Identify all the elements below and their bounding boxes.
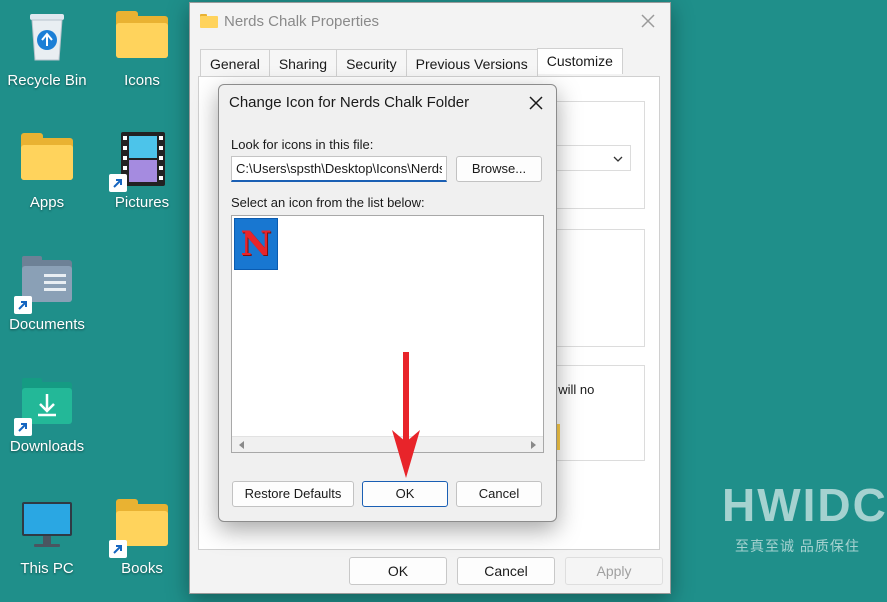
- scroll-right-icon[interactable]: [529, 440, 537, 450]
- folder-icon: [200, 14, 218, 28]
- desktop-icon-apps[interactable]: Apps: [0, 130, 94, 211]
- folder-pictures-group: [555, 229, 645, 347]
- desktop-icon-documents[interactable]: Documents: [0, 252, 94, 333]
- close-icon[interactable]: [636, 9, 660, 33]
- shortcut-arrow-icon: [109, 174, 127, 192]
- scroll-left-icon[interactable]: [238, 440, 246, 450]
- apply-button[interactable]: Apply: [565, 557, 663, 585]
- shortcut-arrow-icon: [109, 540, 127, 558]
- window-title: Nerds Chalk Properties: [224, 12, 380, 30]
- folder-icons-group: t will no: [551, 365, 645, 461]
- recycle-bin-icon: [18, 8, 76, 66]
- desktop-icon-pictures[interactable]: Pictures: [95, 130, 189, 211]
- desktop-icon-label: This PC: [20, 560, 74, 577]
- dialog-ok-button[interactable]: OK: [362, 481, 448, 507]
- nerds-chalk-n-icon[interactable]: N: [234, 218, 278, 270]
- browse-button[interactable]: Browse...: [456, 156, 542, 182]
- tab-strip: General Sharing Security Previous Versio…: [200, 48, 623, 77]
- tab-customize[interactable]: Customize: [536, 48, 623, 74]
- window-titlebar[interactable]: Nerds Chalk Properties: [190, 3, 670, 39]
- folder-type-dropdown[interactable]: [555, 145, 631, 171]
- desktop-icon-label: Books: [121, 560, 163, 577]
- desktop-icon-label: Pictures: [114, 194, 170, 211]
- ok-button[interactable]: OK: [349, 557, 447, 585]
- desktop-icon-recycle-bin[interactable]: Recycle Bin: [0, 8, 94, 89]
- shortcut-arrow-icon: [14, 296, 32, 314]
- desktop-icon-label: Documents: [9, 316, 85, 333]
- tab-security[interactable]: Security: [336, 49, 407, 77]
- red-arrow-annotation: [388, 352, 424, 480]
- shortcut-arrow-icon: [14, 418, 32, 436]
- desktop-icon-label: Apps: [29, 194, 65, 211]
- icon-letter: N: [240, 224, 272, 264]
- watermark-tagline: 至真至诚 品质保住: [735, 538, 860, 554]
- folder-icon: [109, 496, 171, 558]
- tab-sharing[interactable]: Sharing: [268, 49, 338, 77]
- chevron-down-icon: [613, 156, 623, 162]
- desktop-icon-books[interactable]: Books: [95, 496, 189, 577]
- desktop-icon-label: Downloads: [9, 438, 85, 455]
- desktop-icon-icons-folder[interactable]: Icons: [95, 8, 189, 89]
- tab-previous-versions[interactable]: Previous Versions: [405, 49, 538, 77]
- dialog-cancel-button[interactable]: Cancel: [456, 481, 542, 507]
- desktop-icon-downloads[interactable]: Downloads: [0, 374, 94, 455]
- watermark-brand: HWIDC: [722, 479, 887, 531]
- cancel-button[interactable]: Cancel: [457, 557, 555, 585]
- dialog-title: Change Icon for Nerds Chalk Folder: [229, 94, 470, 111]
- desktop-icon-this-pc[interactable]: This PC: [0, 496, 94, 577]
- documents-folder-icon: [14, 252, 76, 314]
- monitor-icon: [18, 496, 76, 554]
- icon-file-path-input[interactable]: [231, 156, 447, 182]
- desktop-icon-label: Recycle Bin: [7, 72, 87, 89]
- look-for-icons-label: Look for icons in this file:: [231, 137, 374, 152]
- downloads-folder-icon: [14, 374, 76, 436]
- partial-description-text: t will no: [551, 382, 595, 397]
- folder-icon: [113, 8, 171, 66]
- folder-icon: [18, 130, 76, 188]
- film-strip-icon: [109, 130, 171, 192]
- select-icon-label: Select an icon from the list below:: [231, 195, 425, 210]
- close-icon[interactable]: [526, 93, 546, 113]
- tab-general[interactable]: General: [200, 49, 270, 77]
- restore-defaults-button[interactable]: Restore Defaults: [232, 481, 354, 507]
- desktop-icon-label: Icons: [124, 72, 160, 89]
